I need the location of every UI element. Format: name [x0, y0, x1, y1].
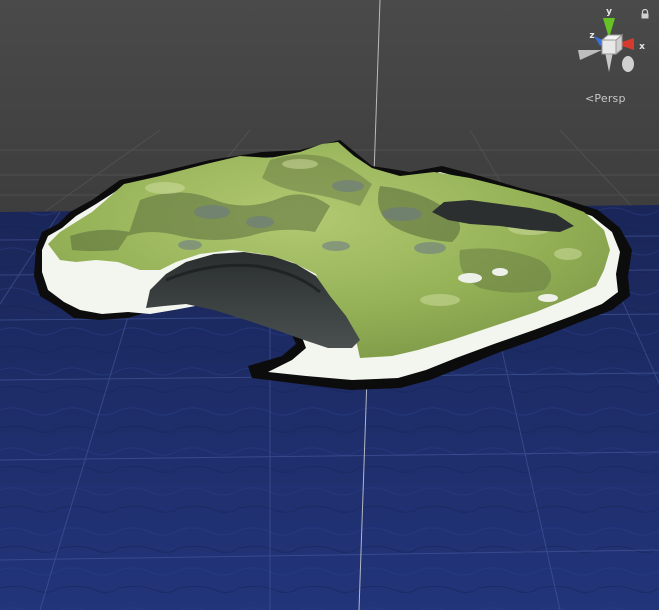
scene-canvas[interactable] — [0, 0, 659, 610]
projection-toggle[interactable]: <Persp — [585, 92, 626, 105]
gizmo-y-label: y — [606, 7, 612, 17]
gizmo-neg-z-cone[interactable] — [622, 56, 634, 72]
gizmo-neg-y-cone[interactable] — [605, 52, 613, 72]
projection-label: Persp — [594, 92, 626, 105]
perspective-icon: < — [585, 92, 595, 105]
scene-viewport[interactable]: y x z <Persp — [0, 0, 659, 610]
gizmo-x-label: x — [639, 42, 645, 52]
gizmo-neg-x-cone[interactable] — [578, 50, 602, 60]
gizmo-center-cube[interactable] — [601, 39, 617, 55]
lock-icon[interactable] — [640, 9, 650, 19]
gizmo-z-label: z — [589, 31, 594, 41]
